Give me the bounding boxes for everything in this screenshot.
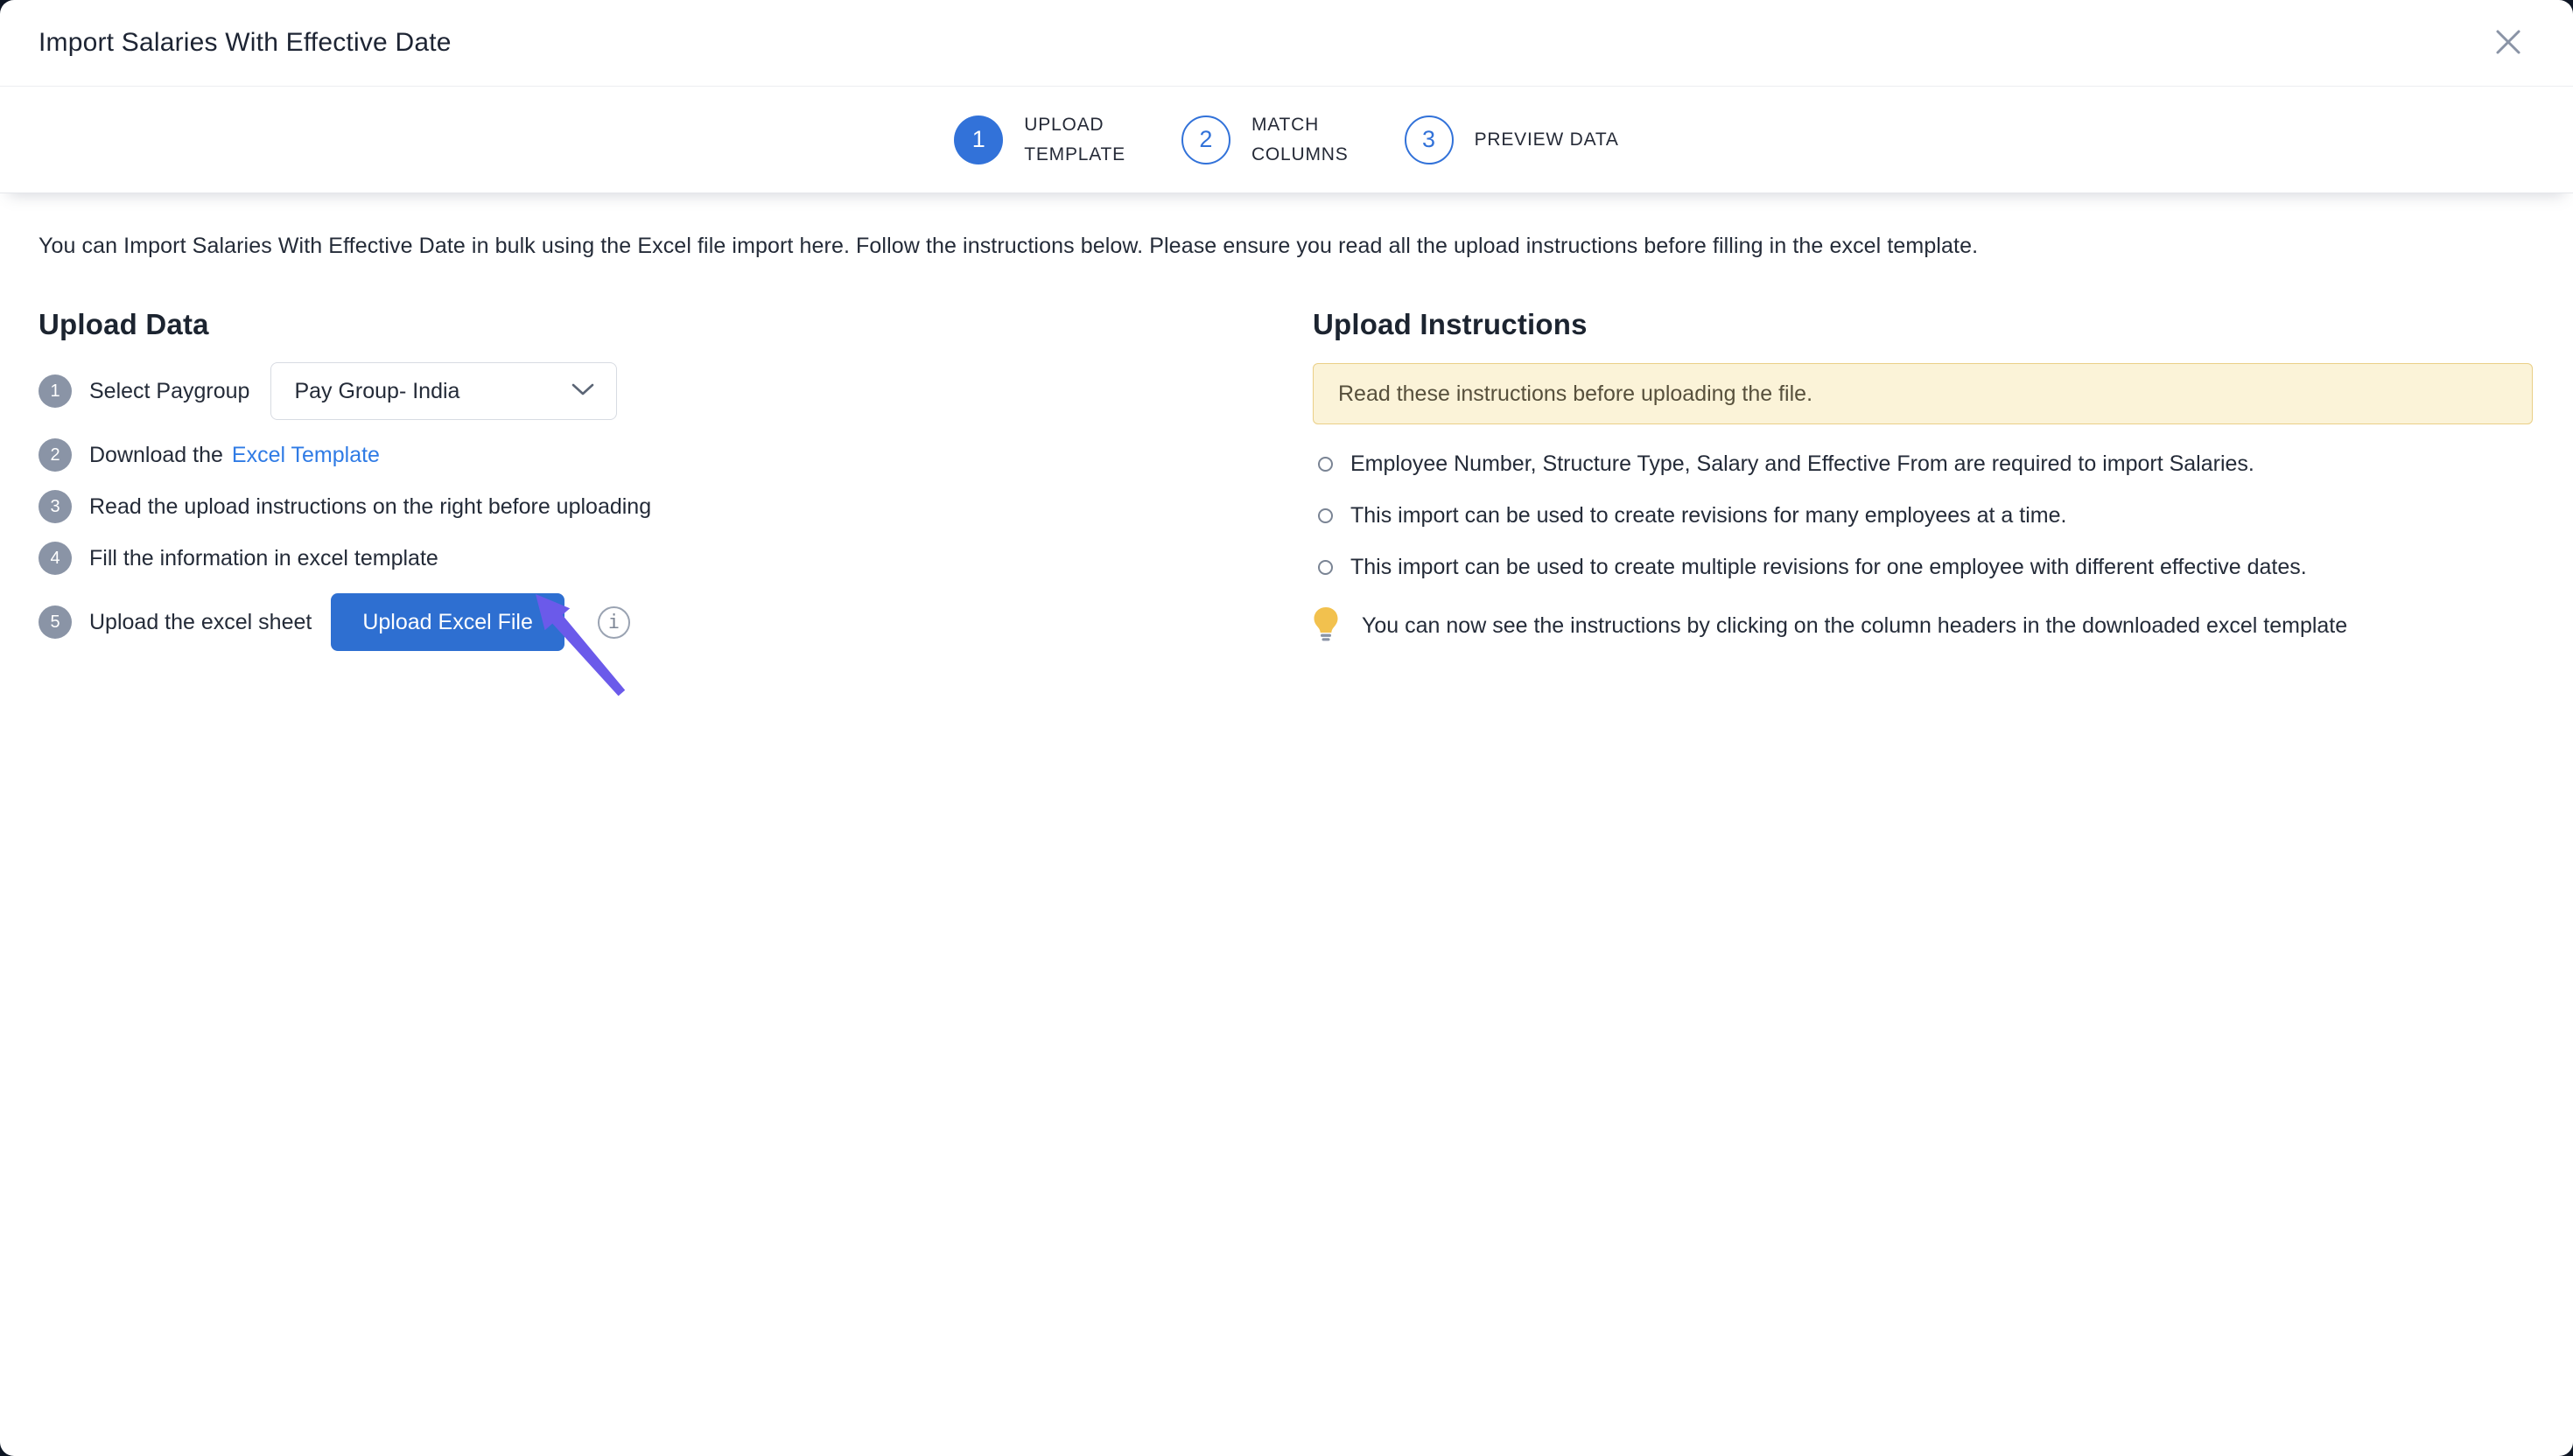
tip-text: You can now see the instructions by clic… xyxy=(1362,613,2347,639)
step-number: 5 xyxy=(39,606,72,639)
stepper-step-upload-template[interactable]: 1 UPLOAD TEMPLATE xyxy=(954,110,1125,169)
upload-steps-list: 1 Select Paygroup Pay Group- India xyxy=(39,362,1274,651)
chevron-down-icon xyxy=(571,382,595,402)
step-number: 1 xyxy=(39,374,72,408)
step-text: Download the xyxy=(89,443,223,468)
list-item: This import can be used to create multip… xyxy=(1313,555,2533,580)
bullet-circle-icon xyxy=(1318,508,1333,523)
step-number-badge: 2 xyxy=(1181,116,1230,164)
import-salaries-dialog: Import Salaries With Effective Date 1 UP… xyxy=(0,0,2573,1456)
step-row-download-template: 2 Download the Excel Template xyxy=(39,438,1274,472)
step-text: Fill the information in excel template xyxy=(89,546,438,571)
step-row-upload-sheet: 5 Upload the excel sheet Upload Excel Fi… xyxy=(39,593,1274,651)
dialog-header: Import Salaries With Effective Date xyxy=(0,0,2573,87)
step-number: 4 xyxy=(39,542,72,575)
paygroup-dropdown-value: Pay Group- India xyxy=(294,379,459,404)
dialog-content: You can Import Salaries With Effective D… xyxy=(0,193,2573,1456)
intro-text: You can Import Salaries With Effective D… xyxy=(39,234,2533,259)
upload-instructions-heading: Upload Instructions xyxy=(1313,308,2533,341)
step-text: Upload the excel sheet xyxy=(89,610,312,635)
step-number-badge: 1 xyxy=(954,116,1003,164)
step-label: UPLOAD TEMPLATE xyxy=(1024,110,1125,169)
wizard-stepper: 1 UPLOAD TEMPLATE 2 MATCH COLUMNS 3 PREV… xyxy=(0,87,2573,193)
list-item: Employee Number, Structure Type, Salary … xyxy=(1313,452,2533,477)
instructions-banner: Read these instructions before uploading… xyxy=(1313,363,2533,424)
upload-data-heading: Upload Data xyxy=(39,308,1274,341)
bullet-circle-icon xyxy=(1318,560,1333,575)
dialog-title: Import Salaries With Effective Date xyxy=(39,28,452,58)
excel-template-link[interactable]: Excel Template xyxy=(232,443,380,468)
step-row-read-instructions: 3 Read the upload instructions on the ri… xyxy=(39,490,1274,523)
upload-excel-file-button[interactable]: Upload Excel File xyxy=(331,593,564,651)
tip-row: You can now see the instructions by clic… xyxy=(1313,606,2533,646)
stepper-step-match-columns[interactable]: 2 MATCH COLUMNS xyxy=(1181,110,1349,169)
instructions-banner-text: Read these instructions before uploading… xyxy=(1338,382,1812,407)
upload-instructions-section: Upload Instructions Read these instructi… xyxy=(1313,308,2533,669)
upload-data-section: Upload Data 1 Select Paygroup Pay Group-… xyxy=(39,308,1274,669)
lightbulb-icon xyxy=(1313,606,1339,646)
info-icon[interactable]: i xyxy=(598,606,630,639)
stepper-step-preview-data[interactable]: 3 PREVIEW DATA xyxy=(1405,116,1619,164)
step-number: 2 xyxy=(39,438,72,472)
step-label: PREVIEW DATA xyxy=(1475,125,1619,155)
paygroup-dropdown[interactable]: Pay Group- India xyxy=(270,362,617,420)
step-text: Select Paygroup xyxy=(89,379,249,404)
list-item: This import can be used to create revisi… xyxy=(1313,503,2533,528)
step-text: Read the upload instructions on the righ… xyxy=(89,494,651,520)
instructions-bullet-list: Employee Number, Structure Type, Salary … xyxy=(1313,452,2533,580)
step-number-badge: 3 xyxy=(1405,116,1454,164)
close-button[interactable] xyxy=(2489,24,2527,62)
bullet-circle-icon xyxy=(1318,457,1333,472)
close-icon xyxy=(2492,26,2524,60)
step-row-fill-information: 4 Fill the information in excel template xyxy=(39,542,1274,575)
step-label: MATCH COLUMNS xyxy=(1251,110,1349,169)
step-row-select-paygroup: 1 Select Paygroup Pay Group- India xyxy=(39,362,1274,420)
step-number: 3 xyxy=(39,490,72,523)
